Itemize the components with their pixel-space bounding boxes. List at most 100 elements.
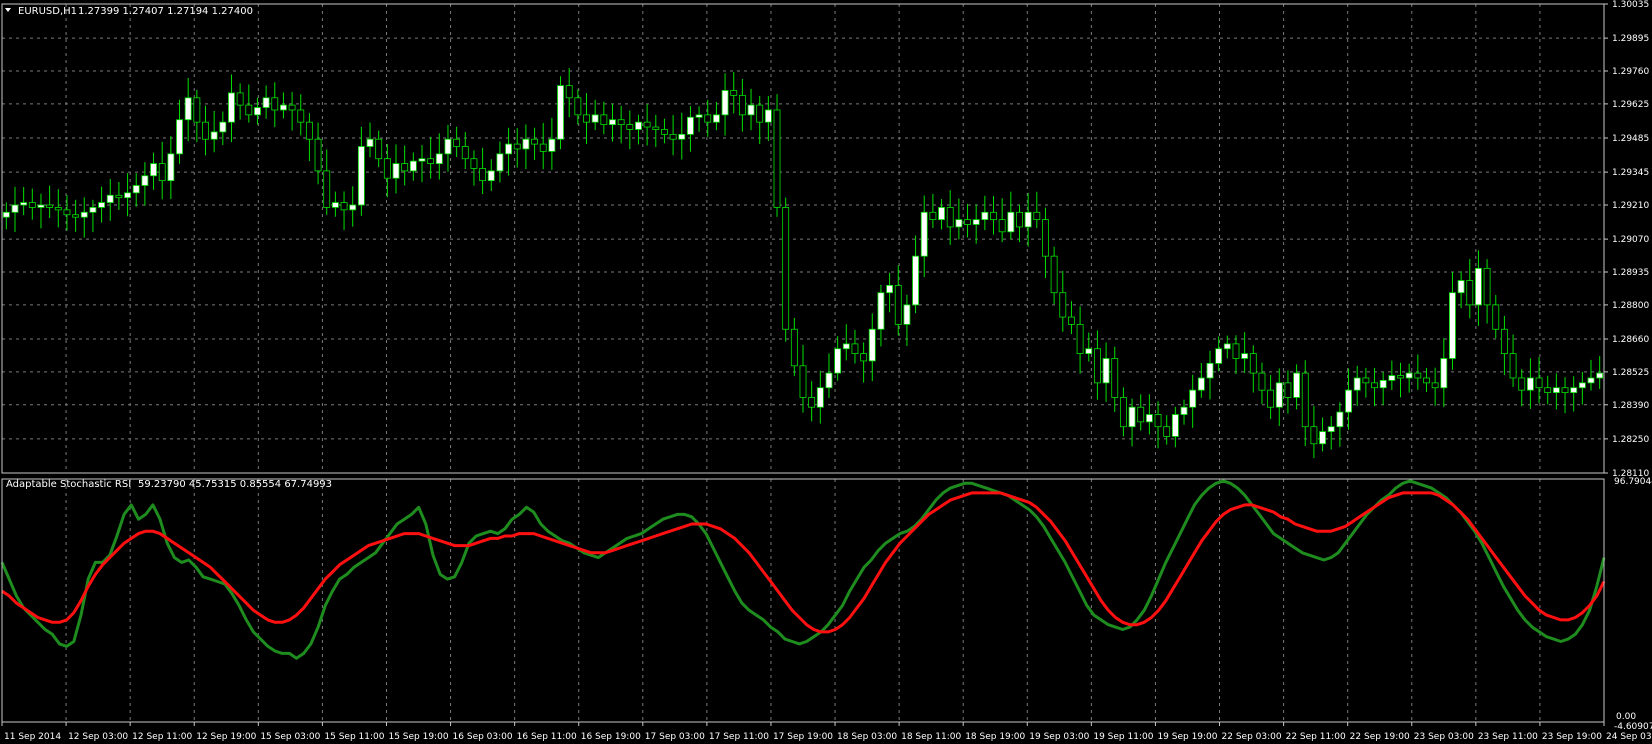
candle-bear [600,114,608,126]
candle-bear [115,194,123,199]
candle-bull [609,119,616,125]
candle-bear [894,284,902,325]
time-axis-label: 15 Sep 03:00 [260,732,320,742]
candle-bear [288,104,296,111]
indicator-axis-bottom: -4.60907 [1614,722,1652,732]
indicator-axis-top: 96.79044 [1614,477,1652,487]
candle-bear [1492,304,1500,330]
price-axis-label: 1.28250 [1612,435,1649,445]
candle-bull [1189,389,1197,408]
candle-bear [245,104,253,116]
candle-bear [271,97,279,111]
time-axis-label: 17 Sep 03:00 [645,732,705,742]
candle-bull [167,153,175,182]
candle-bull [1293,372,1301,398]
candle-bear [1033,211,1041,221]
candle-bear [1414,372,1422,379]
candle-bull [210,131,218,140]
candle-bull [1171,414,1179,437]
time-axis-label: 23 Sep 03:00 [1414,732,1474,742]
candle-bull [184,97,192,121]
candle-bull [331,202,339,208]
candle-bull [1206,362,1214,379]
price-axis-label: 1.30035 [1612,0,1649,10]
candle-bear [782,207,790,330]
price-axis-label: 1.29625 [1612,100,1649,110]
candle-bull [349,204,357,211]
candle-bear [1111,358,1119,398]
candle-bear [1431,382,1439,389]
candle-bear [1466,280,1474,306]
candle-bull [764,109,772,123]
price-axis-label: 1.29895 [1612,34,1649,44]
time-axis-label: 11 Sep 2014 [4,732,61,742]
candle-bull [816,387,824,408]
candle-bull [1024,211,1032,228]
candle-bear [964,219,971,225]
candle-bull [557,85,564,140]
candle-bull [1475,267,1482,306]
candle-bear [1310,426,1318,445]
candle-bull [747,104,755,116]
chart-window[interactable]: 1.30035 1.29895 1.29760 1.29625 1.29485 1.293… [0,0,1652,744]
candle-bull [1552,387,1560,393]
candle-bull [522,138,530,150]
candle-bear [513,143,521,150]
candle-bear [1362,377,1370,384]
indicator-axis-zero: 0.00 [1616,712,1636,722]
time-axis-label: 19 Sep 11:00 [1093,732,1153,742]
candle-bear [773,109,781,208]
time-axis-label: 18 Sep 19:00 [965,732,1025,742]
candle-bear [1232,343,1240,359]
candle-bear [704,114,712,123]
candle-bear [479,168,487,182]
price-axis-label: 1.28390 [1612,401,1649,411]
time-axis-label: 12 Sep 03:00 [68,732,128,742]
candle-bear [375,138,383,160]
candle-bear [565,85,573,99]
price-axis-label: 1.28660 [1612,335,1649,345]
candle-bear [990,211,997,221]
candle-bear [539,143,547,152]
candle-bear [297,109,305,123]
time-axis-label: 16 Sep 19:00 [581,732,641,742]
candle-bear [1042,219,1049,257]
candle-bull [11,204,19,213]
candle-bear [669,133,677,140]
candle-bull [1275,382,1283,408]
candle-bull [1353,377,1361,391]
candle-bear [427,158,435,164]
candle-bear [383,158,391,179]
candle-bull [1241,353,1249,359]
candle-bear [54,207,62,211]
candle-bear [583,114,590,123]
candle-bear [470,158,478,169]
time-axis-label: 18 Sep 11:00 [901,732,961,742]
time-axis-label: 15 Sep 11:00 [324,732,384,742]
candle-bull [1449,292,1456,359]
candle-bull [1388,375,1396,381]
candle-bear [1518,377,1526,391]
candle-bull [1526,377,1534,391]
candle-bear [1267,389,1275,408]
candle-bear [1163,426,1171,437]
time-axis-label: 23 Sep 11:00 [1478,732,1538,742]
candle-bull [678,133,686,140]
candle-bear [202,121,209,140]
candle-bull [912,255,920,306]
candle-bear [453,138,461,147]
candle-bull [1336,411,1344,428]
candle-bull [886,284,894,294]
candle-bear [756,104,764,123]
candle-bull [1102,358,1110,384]
candle-bear [790,328,798,367]
candle-bear [1016,211,1023,228]
time-axis-label: 12 Sep 19:00 [196,732,256,742]
time-axis-label: 15 Sep 19:00 [388,732,448,742]
candle-bear [851,343,859,355]
candle-bull [89,207,97,213]
candle-bear [1154,414,1162,428]
candle-bear [998,219,1006,233]
candle-bear [531,138,538,145]
candle-bull [972,219,980,225]
